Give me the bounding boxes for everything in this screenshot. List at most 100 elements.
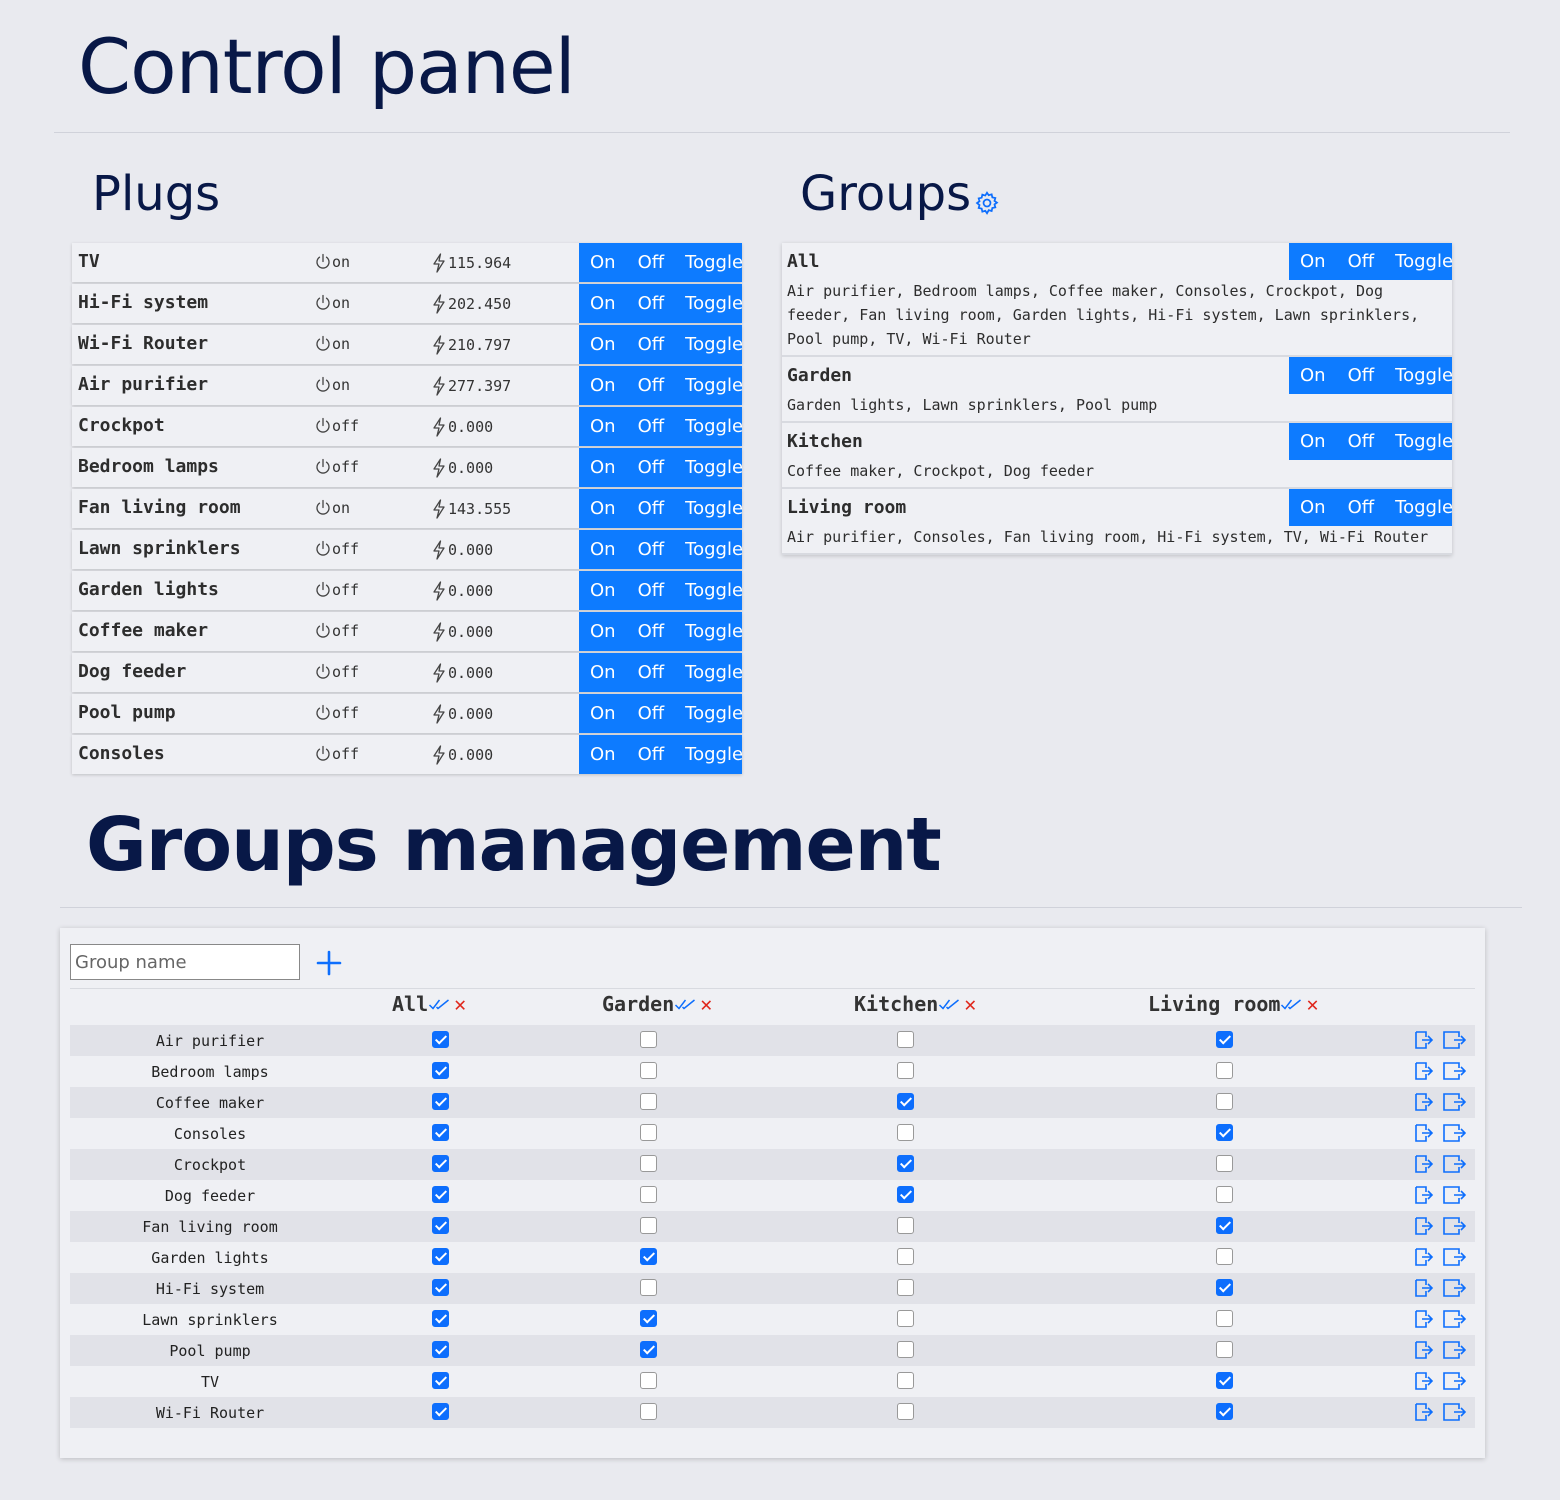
membership-checkbox[interactable] xyxy=(897,1403,914,1420)
toggle-button[interactable]: Toggle xyxy=(685,662,743,683)
toggle-button[interactable]: Toggle xyxy=(1395,365,1453,386)
delete-group-icon[interactable]: ✕ xyxy=(1306,992,1318,1016)
membership-checkbox[interactable] xyxy=(640,1155,657,1172)
on-button[interactable]: On xyxy=(590,703,616,724)
remove-from-all-icon[interactable] xyxy=(1442,1060,1466,1082)
off-button[interactable]: Off xyxy=(638,498,665,519)
toggle-button[interactable]: Toggle xyxy=(685,457,743,478)
on-button[interactable]: On xyxy=(1300,431,1326,452)
membership-checkbox[interactable] xyxy=(432,1310,449,1327)
membership-checkbox[interactable] xyxy=(1216,1186,1233,1203)
membership-checkbox[interactable] xyxy=(640,1062,657,1079)
remove-from-all-icon[interactable] xyxy=(1442,1122,1466,1144)
select-all-icon[interactable] xyxy=(1280,997,1302,1011)
membership-checkbox[interactable] xyxy=(1216,1062,1233,1079)
toggle-button[interactable]: Toggle xyxy=(685,416,743,437)
membership-checkbox[interactable] xyxy=(897,1031,914,1048)
membership-checkbox[interactable] xyxy=(640,1217,657,1234)
remove-from-all-icon[interactable] xyxy=(1442,1184,1466,1206)
remove-from-all-icon[interactable] xyxy=(1442,1215,1466,1237)
delete-group-icon[interactable]: ✕ xyxy=(454,992,466,1016)
off-button[interactable]: Off xyxy=(638,580,665,601)
membership-checkbox[interactable] xyxy=(1216,1310,1233,1327)
add-to-all-icon[interactable] xyxy=(1413,1184,1437,1206)
on-button[interactable]: On xyxy=(590,252,616,273)
membership-checkbox[interactable] xyxy=(1216,1155,1233,1172)
membership-checkbox[interactable] xyxy=(897,1155,914,1172)
membership-checkbox[interactable] xyxy=(897,1279,914,1296)
select-all-icon[interactable] xyxy=(938,997,960,1011)
off-button[interactable]: Off xyxy=(638,457,665,478)
toggle-button[interactable]: Toggle xyxy=(685,293,743,314)
off-button[interactable]: Off xyxy=(1348,365,1375,386)
toggle-button[interactable]: Toggle xyxy=(685,703,743,724)
off-button[interactable]: Off xyxy=(638,334,665,355)
off-button[interactable]: Off xyxy=(1348,431,1375,452)
membership-checkbox[interactable] xyxy=(640,1403,657,1420)
on-button[interactable]: On xyxy=(590,293,616,314)
on-button[interactable]: On xyxy=(590,416,616,437)
toggle-button[interactable]: Toggle xyxy=(1395,497,1453,518)
add-to-all-icon[interactable] xyxy=(1413,1246,1437,1268)
membership-checkbox[interactable] xyxy=(432,1248,449,1265)
on-button[interactable]: On xyxy=(1300,497,1326,518)
on-button[interactable]: On xyxy=(1300,365,1326,386)
off-button[interactable]: Off xyxy=(638,293,665,314)
off-button[interactable]: Off xyxy=(638,252,665,273)
remove-from-all-icon[interactable] xyxy=(1442,1370,1466,1392)
add-to-all-icon[interactable] xyxy=(1413,1122,1437,1144)
membership-checkbox[interactable] xyxy=(432,1062,449,1079)
on-button[interactable]: On xyxy=(590,662,616,683)
remove-from-all-icon[interactable] xyxy=(1442,1277,1466,1299)
on-button[interactable]: On xyxy=(590,457,616,478)
on-button[interactable]: On xyxy=(590,539,616,560)
add-to-all-icon[interactable] xyxy=(1413,1277,1437,1299)
off-button[interactable]: Off xyxy=(638,744,665,765)
remove-from-all-icon[interactable] xyxy=(1442,1339,1466,1361)
membership-checkbox[interactable] xyxy=(1216,1372,1233,1389)
membership-checkbox[interactable] xyxy=(640,1372,657,1389)
off-button[interactable]: Off xyxy=(638,539,665,560)
delete-group-icon[interactable]: ✕ xyxy=(964,992,976,1016)
toggle-button[interactable]: Toggle xyxy=(685,375,743,396)
membership-checkbox[interactable] xyxy=(1216,1248,1233,1265)
toggle-button[interactable]: Toggle xyxy=(685,580,743,601)
membership-checkbox[interactable] xyxy=(897,1310,914,1327)
off-button[interactable]: Off xyxy=(638,416,665,437)
membership-checkbox[interactable] xyxy=(1216,1279,1233,1296)
membership-checkbox[interactable] xyxy=(1216,1124,1233,1141)
membership-checkbox[interactable] xyxy=(432,1217,449,1234)
remove-from-all-icon[interactable] xyxy=(1442,1401,1466,1423)
membership-checkbox[interactable] xyxy=(432,1341,449,1358)
on-button[interactable]: On xyxy=(590,375,616,396)
membership-checkbox[interactable] xyxy=(1216,1217,1233,1234)
membership-checkbox[interactable] xyxy=(432,1155,449,1172)
remove-from-all-icon[interactable] xyxy=(1442,1029,1466,1051)
membership-checkbox[interactable] xyxy=(432,1093,449,1110)
membership-checkbox[interactable] xyxy=(640,1093,657,1110)
membership-checkbox[interactable] xyxy=(897,1062,914,1079)
select-all-icon[interactable] xyxy=(428,997,450,1011)
add-to-all-icon[interactable] xyxy=(1413,1370,1437,1392)
membership-checkbox[interactable] xyxy=(640,1279,657,1296)
remove-from-all-icon[interactable] xyxy=(1442,1091,1466,1113)
toggle-button[interactable]: Toggle xyxy=(685,498,743,519)
membership-checkbox[interactable] xyxy=(897,1248,914,1265)
on-button[interactable]: On xyxy=(590,498,616,519)
on-button[interactable]: On xyxy=(590,580,616,601)
off-button[interactable]: Off xyxy=(638,621,665,642)
off-button[interactable]: Off xyxy=(1348,251,1375,272)
toggle-button[interactable]: Toggle xyxy=(685,334,743,355)
on-button[interactable]: On xyxy=(1300,251,1326,272)
add-to-all-icon[interactable] xyxy=(1413,1401,1437,1423)
membership-checkbox[interactable] xyxy=(432,1279,449,1296)
membership-checkbox[interactable] xyxy=(1216,1403,1233,1420)
membership-checkbox[interactable] xyxy=(897,1341,914,1358)
membership-checkbox[interactable] xyxy=(897,1093,914,1110)
on-button[interactable]: On xyxy=(590,744,616,765)
membership-checkbox[interactable] xyxy=(432,1186,449,1203)
add-to-all-icon[interactable] xyxy=(1413,1215,1437,1237)
off-button[interactable]: Off xyxy=(638,662,665,683)
membership-checkbox[interactable] xyxy=(432,1124,449,1141)
membership-checkbox[interactable] xyxy=(432,1031,449,1048)
